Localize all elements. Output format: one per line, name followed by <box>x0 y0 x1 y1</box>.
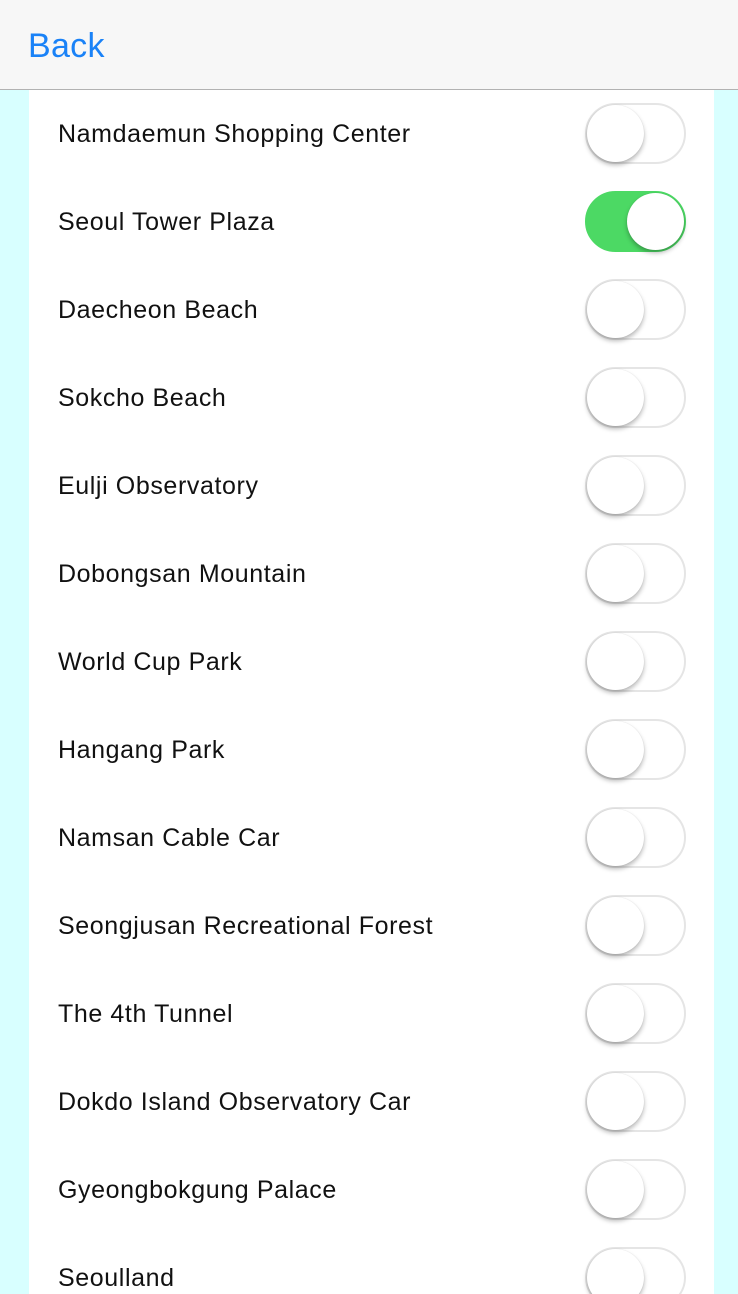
toggle-switch[interactable] <box>585 279 686 340</box>
toggle-switch[interactable] <box>585 1159 686 1220</box>
toggle-switch[interactable] <box>585 631 686 692</box>
place-label: Namdaemun Shopping Center <box>58 120 411 148</box>
place-label: Daecheon Beach <box>58 296 259 324</box>
navigation-bar: Back <box>0 0 738 90</box>
place-label: Dokdo Island Observatory Car <box>58 1088 412 1116</box>
toggle-switch[interactable] <box>585 1071 686 1132</box>
toggle-knob <box>587 633 644 690</box>
places-list: Namdaemun Shopping Center Seoul Tower Pl… <box>29 90 714 1294</box>
back-button[interactable]: Back <box>28 24 105 68</box>
place-label: Sokcho Beach <box>58 384 227 412</box>
toggle-knob <box>587 457 644 514</box>
place-label: Seoul Tower Plaza <box>58 208 275 236</box>
list-item: Eulji Observatory <box>29 442 714 530</box>
toggle-switch[interactable] <box>585 1247 686 1294</box>
place-label: Namsan Cable Car <box>58 824 281 852</box>
list-item: World Cup Park <box>29 618 714 706</box>
place-label: Gyeongbokgung Palace <box>58 1176 337 1204</box>
toggle-knob <box>587 369 644 426</box>
toggle-knob <box>587 897 644 954</box>
toggle-knob <box>587 721 644 778</box>
list-item: Seoul Tower Plaza <box>29 178 714 266</box>
toggle-knob <box>587 281 644 338</box>
toggle-switch[interactable] <box>585 367 686 428</box>
list-item: Gyeongbokgung Palace <box>29 1146 714 1234</box>
toggle-knob <box>587 545 644 602</box>
list-item: Namsan Cable Car <box>29 794 714 882</box>
list-item: Daecheon Beach <box>29 266 714 354</box>
toggle-switch[interactable] <box>585 543 686 604</box>
place-label: Seongjusan Recreational Forest <box>58 912 434 940</box>
place-label: Dobongsan Mountain <box>58 560 307 588</box>
list-item: Namdaemun Shopping Center <box>29 90 714 178</box>
list-item: Seoulland <box>29 1234 714 1294</box>
toggle-knob <box>587 105 644 162</box>
toggle-knob <box>587 1161 644 1218</box>
toggle-knob <box>587 985 644 1042</box>
list-item: Dokdo Island Observatory Car <box>29 1058 714 1146</box>
place-label: Eulji Observatory <box>58 472 259 500</box>
list-item: Sokcho Beach <box>29 354 714 442</box>
toggle-knob <box>587 1073 644 1130</box>
toggle-switch[interactable] <box>585 895 686 956</box>
list-item: The 4th Tunnel <box>29 970 714 1058</box>
place-label: Seoulland <box>58 1264 175 1292</box>
place-label: World Cup Park <box>58 648 243 676</box>
place-label: Hangang Park <box>58 736 226 764</box>
toggle-knob <box>587 1249 644 1294</box>
toggle-knob <box>587 809 644 866</box>
toggle-switch[interactable] <box>585 807 686 868</box>
toggle-knob <box>627 193 684 250</box>
list-item: Hangang Park <box>29 706 714 794</box>
toggle-switch[interactable] <box>585 719 686 780</box>
toggle-switch[interactable] <box>585 103 686 164</box>
toggle-switch[interactable] <box>585 191 686 252</box>
list-item: Dobongsan Mountain <box>29 530 714 618</box>
toggle-switch[interactable] <box>585 983 686 1044</box>
list-item: Seongjusan Recreational Forest <box>29 882 714 970</box>
toggle-switch[interactable] <box>585 455 686 516</box>
place-label: The 4th Tunnel <box>58 1000 234 1028</box>
